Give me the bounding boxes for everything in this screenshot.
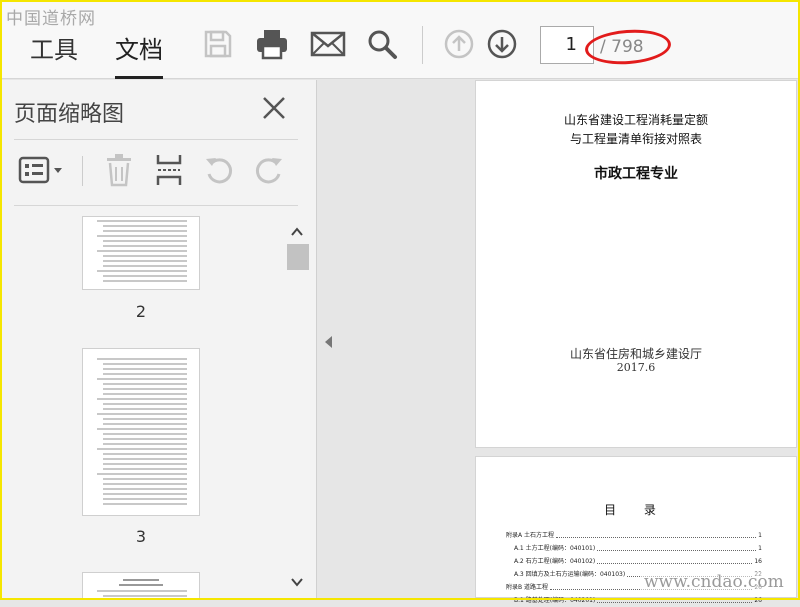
page-thumbnail[interactable] <box>82 348 200 516</box>
toc-list: 附录A 土石方工程 1 A.1 土方工程(编码：040101) 1 A.2 石方工程… <box>506 529 762 607</box>
page-thumbnail[interactable] <box>82 572 200 598</box>
thumbnail-scrollbar[interactable] <box>285 216 309 598</box>
delete-page-icon[interactable] <box>102 152 136 188</box>
toc-title: 目 录 <box>604 503 668 517</box>
collapse-panel-icon[interactable] <box>322 334 334 350</box>
thumbnail-list: 2 3 <box>2 216 284 598</box>
highlight-annotation <box>583 27 673 67</box>
watermark-bottom: www.cndao.com <box>640 572 788 592</box>
thumbnail-options-icon[interactable] <box>16 152 66 188</box>
cover-date: 2017.6 <box>616 361 656 374</box>
page-thumbnail[interactable] <box>82 216 200 290</box>
toc-row: A.1 土方工程(编码：040101) 1 <box>506 542 762 555</box>
thumbnail-label: 2 <box>135 302 147 321</box>
panel-title: 页面缩略图 <box>14 102 125 127</box>
page-down-icon[interactable] <box>484 26 520 62</box>
close-icon[interactable] <box>260 94 288 122</box>
print-icon[interactable] <box>254 26 290 62</box>
tab-document[interactable]: 文档 <box>115 30 163 79</box>
toc-row: A.2 石方工程(编码：040102) 16 <box>506 555 762 568</box>
thumbnail-label: 3 <box>135 527 147 546</box>
tab-tools[interactable]: 工具 <box>30 30 78 65</box>
cover-subtitle: 市政工程专业 <box>594 166 678 182</box>
toolbar-separator <box>422 26 423 64</box>
divider <box>14 139 298 140</box>
toc-row: 附录A 土石方工程 1 <box>506 529 762 542</box>
rotate-cw-icon[interactable] <box>252 152 286 188</box>
page-thumbnails-panel: 页面缩略图 2 3 <box>2 80 317 598</box>
search-icon[interactable] <box>364 26 400 62</box>
watermark-top: 中国道桥网 <box>6 9 96 29</box>
cover-title-line2: 与工程量清单衔接对照表 <box>569 132 702 146</box>
top-toolbar: 中国道桥网 工具 文档 1 / 798 <box>2 2 798 79</box>
rotate-ccw-icon[interactable] <box>202 152 236 188</box>
mail-icon[interactable] <box>310 26 346 62</box>
chevron-down-icon[interactable] <box>289 574 305 590</box>
toc-row: B.1 路基处理(编码：040201) 26 <box>506 594 762 607</box>
cover-issuer: 山东省住房和城乡建设厅 <box>569 347 702 361</box>
chevron-up-icon[interactable] <box>289 224 305 240</box>
scrollbar-thumb[interactable] <box>287 244 309 270</box>
toolbar-separator <box>82 156 83 186</box>
divider <box>14 205 298 206</box>
cover-title-line1: 山东省建设工程消耗量定额 <box>563 113 708 127</box>
page-up-icon[interactable] <box>441 26 477 62</box>
insert-page-icon[interactable] <box>152 152 186 188</box>
document-page-cover: 山东省建设工程消耗量定额 与工程量清单衔接对照表 市政工程专业 山东省住房和城乡… <box>475 80 797 448</box>
save-icon[interactable] <box>200 26 236 62</box>
